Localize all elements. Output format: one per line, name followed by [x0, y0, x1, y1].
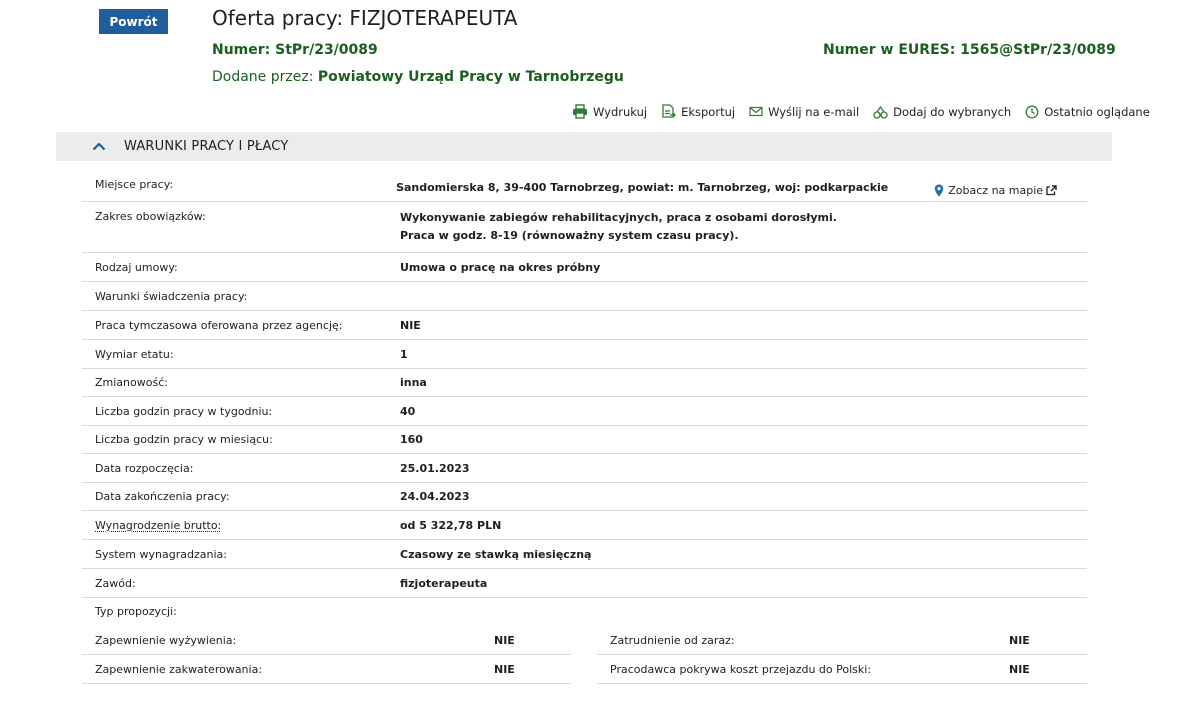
table-row: Wymiar etatu: 1 — [82, 340, 1087, 369]
email-label: Wyślij na e-mail — [768, 104, 860, 119]
row-value: Czasowy ze stawką miesięczną — [400, 548, 592, 561]
proposal-label: Pracodawca pokrywa koszt przejazdu do Po… — [610, 662, 872, 676]
email-button[interactable]: Wyślij na e-mail — [749, 105, 859, 119]
row-value: 160 — [400, 433, 423, 446]
row-label: Data rozpoczęcia: — [95, 462, 194, 475]
row-label: System wynagradzania: — [95, 548, 227, 561]
toolbar: Wydrukuj Eksportuj Wyślij na e-mail Doda… — [572, 104, 1150, 119]
row-value: od 5 322,78 PLN — [400, 519, 502, 532]
section-title: WARUNKI PRACY I PŁACY — [124, 139, 289, 154]
proposal-value: NIE — [494, 633, 515, 647]
map-pin-icon — [935, 184, 944, 197]
row-label: Liczba godzin pracy w tygodniu: — [95, 405, 273, 418]
proposal-value: NIE — [1009, 662, 1030, 676]
export-button[interactable]: Eksportuj — [661, 104, 735, 119]
added-by-office: Powiatowy Urząd Pracy w Tarnobrzegu — [317, 69, 624, 85]
row-label: Rodzaj umowy: — [95, 261, 178, 274]
proposal-value: NIE — [1009, 633, 1030, 647]
details-table: Miejsce pracy: Sandomierska 8, 39-400 Ta… — [82, 172, 1087, 598]
table-row: Zakres obowiązków: Wykonywanie zabiegów … — [82, 202, 1087, 253]
section-header-work-conditions[interactable]: WARUNKI PRACY I PŁACY — [56, 132, 1112, 161]
add-favorite-button[interactable]: Dodaj do wybranych — [873, 105, 1011, 119]
duties-line-1: Wykonywanie zabiegów rehabilitacyjnych, … — [400, 211, 837, 224]
proposal-row-housing: Zapewnienie zakwaterowania: NIE — [82, 655, 571, 684]
row-value: NIE — [400, 319, 421, 332]
recently-viewed-label: Ostatnio oglądane — [1044, 104, 1150, 119]
table-row: Liczba godzin pracy w tygodniu: 40 — [82, 397, 1087, 426]
row-label: Zmianowość: — [95, 376, 168, 389]
print-button[interactable]: Wydrukuj — [572, 104, 647, 119]
table-row: Data zakończenia pracy: 24.04.2023 — [82, 483, 1087, 511]
clock-icon — [1025, 105, 1039, 118]
recently-viewed-button[interactable]: Ostatnio oglądane — [1025, 105, 1150, 119]
back-button[interactable]: Powrót — [99, 9, 168, 34]
export-label: Eksportuj — [681, 104, 736, 119]
table-row: Warunki świadczenia pracy: — [82, 282, 1087, 311]
table-row: Wynagrodzenie brutto: od 5 322,78 PLN — [82, 511, 1087, 540]
proposal-label: Zapewnienie wyżywienia: — [95, 633, 237, 647]
row-value: Wykonywanie zabiegów rehabilitacyjnych, … — [400, 209, 837, 252]
export-icon — [662, 104, 677, 118]
envelope-icon — [749, 106, 763, 117]
table-row: Rodzaj umowy: Umowa o pracę na okres pró… — [82, 253, 1087, 282]
added-by: Dodane przez: Powiatowy Urząd Pracy w Ta… — [212, 69, 624, 85]
row-value: 25.01.2023 — [400, 462, 470, 475]
row-label: Wymiar etatu: — [95, 348, 174, 361]
row-label: Zawód: — [95, 577, 136, 590]
row-value: 40 — [400, 405, 416, 418]
row-value: Sandomierska 8, 39-400 Tarnobrzeg, powia… — [396, 180, 1087, 201]
row-value: 24.04.2023 — [400, 490, 470, 503]
table-row: Zawód: fizjoterapeuta — [82, 569, 1087, 598]
duties-line-2: Praca w godz. 8-19 (równoważny system cz… — [400, 229, 739, 242]
external-link-icon — [1046, 185, 1057, 196]
row-label: Liczba godzin pracy w miesiącu: — [95, 433, 273, 446]
salary-label[interactable]: Wynagrodzenie brutto: — [95, 519, 221, 532]
table-row: Miejsce pracy: Sandomierska 8, 39-400 Ta… — [82, 172, 1087, 202]
table-row: System wynagradzania: Czasowy ze stawką … — [82, 540, 1087, 569]
proposal-type-label: Typ propozycji: — [95, 605, 177, 618]
proposal-row-food: Zapewnienie wyżywienia: NIE — [82, 626, 571, 655]
location-value: Sandomierska 8, 39-400 Tarnobrzeg, powia… — [396, 181, 889, 194]
row-label: Praca tymczasowa oferowana przez agencję… — [95, 319, 343, 332]
row-label: Warunki świadczenia pracy: — [95, 290, 248, 303]
proposal-value: NIE — [494, 662, 515, 676]
proposal-row-travel: Pracodawca pokrywa koszt przejazdu do Po… — [597, 655, 1087, 684]
favorites-icon — [873, 105, 888, 119]
row-value: 1 — [400, 348, 408, 361]
print-label: Wydrukuj — [593, 104, 648, 119]
proposal-label: Zapewnienie zakwaterowania: — [95, 662, 263, 676]
table-row: Liczba godzin pracy w miesiącu: 160 — [82, 426, 1087, 454]
table-row: Praca tymczasowa oferowana przez agencję… — [82, 311, 1087, 340]
add-favorite-label: Dodaj do wybranych — [893, 104, 1012, 119]
map-link[interactable]: Zobacz na mapie — [934, 180, 1061, 201]
eures-number: Numer w EURES: 1565@StPr/23/0089 — [823, 42, 1116, 58]
printer-icon — [573, 104, 587, 119]
added-by-prefix: Dodane przez: — [212, 69, 318, 85]
row-label: Wynagrodzenie brutto: — [82, 519, 400, 539]
chevron-up-icon — [92, 142, 106, 151]
map-link-label: Zobacz na mapie — [948, 184, 1044, 197]
offer-number: Numer: StPr/23/0089 — [212, 42, 378, 58]
table-row: Zmianowość: inna — [82, 369, 1087, 397]
page-title: Oferta pracy: FIZJOTERAPEUTA — [212, 6, 518, 30]
row-value: inna — [400, 376, 427, 389]
row-value: Umowa o pracę na okres próbny — [400, 261, 601, 274]
row-label: Miejsce pracy: — [95, 178, 174, 191]
row-value: fizjoterapeuta — [400, 577, 488, 590]
row-label: Data zakończenia pracy: — [95, 490, 230, 503]
row-label: Zakres obowiązków: — [95, 210, 206, 223]
proposal-label: Zatrudnienie od zaraz: — [610, 633, 735, 647]
table-row: Data rozpoczęcia: 25.01.2023 — [82, 454, 1087, 483]
proposal-row-immediate: Zatrudnienie od zaraz: NIE — [597, 626, 1087, 655]
